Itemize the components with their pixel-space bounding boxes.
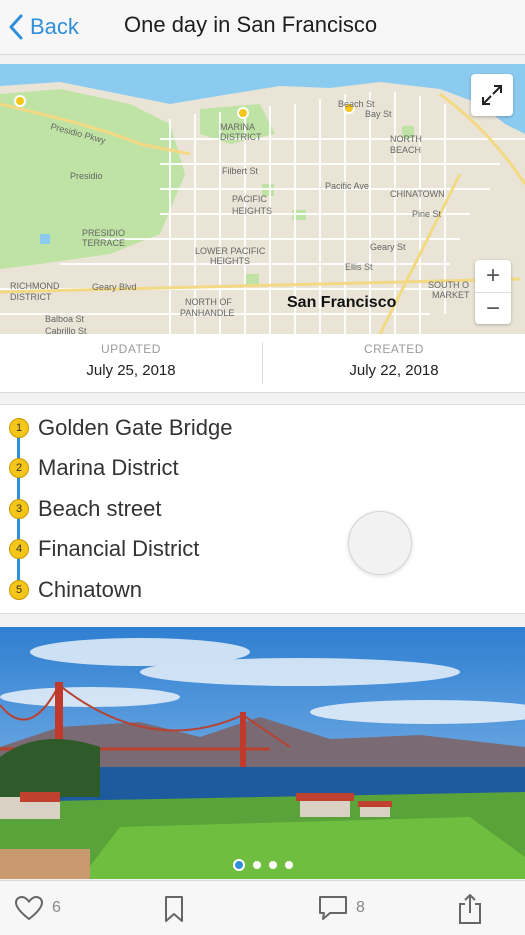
zoom-in-button[interactable]: + <box>475 260 511 293</box>
svg-text:Geary Blvd: Geary Blvd <box>92 282 137 292</box>
share-icon <box>459 893 481 924</box>
stop-number-badge: 2 <box>9 458 29 478</box>
golden-gate-photo <box>0 627 525 879</box>
route-map[interactable]: MARINA DISTRICT NORTH BEACH PACIFIC HEIGHTS… <box>0 64 525 334</box>
carousel-dot[interactable] <box>284 861 293 869</box>
stop-number-badge: 4 <box>9 539 29 559</box>
stop-name: Financial District <box>38 536 200 561</box>
share-button[interactable] <box>457 893 483 925</box>
back-button[interactable]: Back <box>8 10 79 44</box>
comment-count: 8 <box>356 899 365 916</box>
stop-number-badge: 5 <box>9 580 29 600</box>
comment-button[interactable]: 8 <box>318 895 365 921</box>
zoom-control: + − <box>475 260 511 324</box>
map-city-label: San Francisco <box>287 294 397 311</box>
zoom-out-button[interactable]: − <box>475 293 511 325</box>
svg-text:PANHANDLE: PANHANDLE <box>180 308 234 318</box>
svg-text:NORTH OF: NORTH OF <box>185 297 232 307</box>
created-column: CREATED July 22, 2018 <box>263 334 525 392</box>
svg-text:TERRACE: TERRACE <box>82 238 125 248</box>
updated-value: July 25, 2018 <box>86 362 176 379</box>
updated-column: UPDATED July 25, 2018 <box>0 334 262 392</box>
created-value: July 22, 2018 <box>349 362 439 379</box>
bookmark-icon <box>165 896 183 922</box>
svg-text:MARINA: MARINA <box>220 122 255 132</box>
svg-text:LOWER PACIFIC: LOWER PACIFIC <box>195 246 266 256</box>
created-label: CREATED <box>364 342 424 356</box>
expand-map-button[interactable] <box>471 74 513 116</box>
carousel-dot[interactable] <box>252 861 261 869</box>
svg-text:CHINATOWN: CHINATOWN <box>390 189 445 199</box>
photo-carousel[interactable] <box>0 627 525 879</box>
svg-text:Balboa St: Balboa St <box>45 314 85 324</box>
bookmark-button[interactable] <box>163 895 185 923</box>
svg-text:PRESIDIO: PRESIDIO <box>82 228 125 238</box>
svg-text:Ellis St: Ellis St <box>345 262 373 272</box>
stop-name: Chinatown <box>38 577 142 602</box>
stops-list: 1 Golden Gate Bridge 2 Marina District 3… <box>0 404 525 614</box>
like-button[interactable]: 6 <box>14 895 61 921</box>
svg-text:DISTRICT: DISTRICT <box>10 292 52 302</box>
svg-text:NORTH: NORTH <box>390 134 422 144</box>
stop-name: Golden Gate Bridge <box>38 415 233 440</box>
page-title: One day in San Francisco <box>124 12 378 37</box>
svg-text:DISTRICT: DISTRICT <box>220 132 262 142</box>
expand-icon <box>482 85 502 105</box>
map-canvas: MARINADISTRICT NORTHBEACH PACIFICHEIGHTS… <box>0 64 525 334</box>
stop-number-badge: 1 <box>9 418 29 438</box>
touch-indicator <box>348 511 412 575</box>
svg-text:Presidio: Presidio <box>70 171 103 181</box>
stop-name: Beach street <box>38 496 162 521</box>
svg-text:RICHMOND: RICHMOND <box>10 281 60 291</box>
svg-text:SOUTH O: SOUTH O <box>428 280 469 290</box>
svg-text:Filbert St: Filbert St <box>222 166 259 176</box>
carousel-dots <box>0 858 525 872</box>
svg-text:Bay St: Bay St <box>365 109 392 119</box>
svg-text:HEIGHTS: HEIGHTS <box>210 256 250 266</box>
stop-number-badge: 3 <box>9 499 29 519</box>
svg-text:Beach St: Beach St <box>338 99 375 109</box>
comment-icon <box>319 896 347 920</box>
svg-text:MARKET: MARKET <box>432 290 470 300</box>
carousel-dot[interactable] <box>232 859 245 871</box>
like-count: 6 <box>52 899 61 916</box>
svg-text:Pacific Ave: Pacific Ave <box>325 181 369 191</box>
updated-label: UPDATED <box>101 342 161 356</box>
heart-icon <box>14 895 44 921</box>
navigation-bar: Back One day in San Francisco <box>0 0 525 55</box>
stop-name: Marina District <box>38 455 179 480</box>
action-bar: 6 8 <box>0 880 525 935</box>
svg-text:Cabrillo St: Cabrillo St <box>45 326 87 334</box>
svg-text:PACIFIC: PACIFIC <box>232 194 267 204</box>
carousel-dot[interactable] <box>268 861 277 869</box>
chevron-left-icon <box>9 14 23 40</box>
dates-panel: UPDATED July 25, 2018 CREATED July 22, 2… <box>0 334 525 393</box>
svg-text:HEIGHTS: HEIGHTS <box>232 206 272 216</box>
svg-text:BEACH: BEACH <box>390 145 421 155</box>
svg-text:Geary St: Geary St <box>370 242 406 252</box>
svg-text:Pine St: Pine St <box>412 209 442 219</box>
back-label: Back <box>30 14 79 39</box>
